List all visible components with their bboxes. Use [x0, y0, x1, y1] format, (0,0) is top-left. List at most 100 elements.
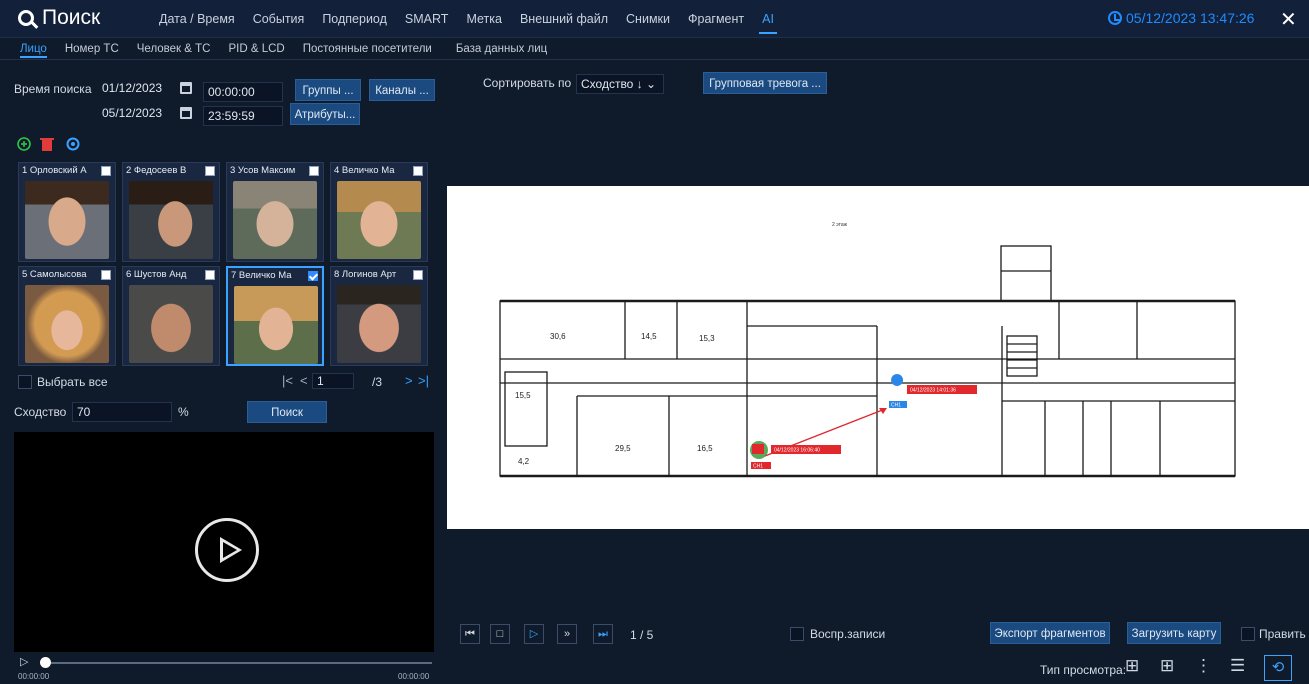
- face-card[interactable]: 4 Величко Ма: [330, 162, 428, 262]
- face-card[interactable]: 2 Федосеев В: [122, 162, 220, 262]
- edit-checkbox[interactable]: [1241, 627, 1255, 641]
- first-page-icon[interactable]: |<: [282, 373, 293, 388]
- progress-handle[interactable]: [40, 657, 51, 668]
- face-checkbox[interactable]: [413, 166, 423, 176]
- settings-icon[interactable]: [66, 137, 80, 151]
- face-checkbox[interactable]: [101, 270, 111, 280]
- face-toolbar: [17, 137, 80, 151]
- floor-map[interactable]: 2 этаж 30,6 14,5 15,3 15,5 29,5 16,5 4,2…: [447, 186, 1309, 529]
- face-checkbox[interactable]: [205, 166, 215, 176]
- face-photo: [337, 285, 421, 363]
- similarity-label: Сходство: [14, 405, 67, 419]
- face-checkbox[interactable]: [413, 270, 423, 280]
- end-calendar-icon[interactable]: [180, 107, 192, 119]
- select-all-checkbox[interactable]: [18, 375, 32, 389]
- nav-tag[interactable]: Метка: [457, 0, 511, 38]
- progress-track[interactable]: [44, 662, 432, 664]
- grid-3x3-icon[interactable]: ⊞: [1160, 656, 1174, 676]
- nav-smart[interactable]: SMART: [396, 0, 458, 38]
- face-photo: [233, 181, 317, 259]
- face-name: 2 Федосеев В: [126, 165, 187, 176]
- face-checkbox-checked[interactable]: [308, 271, 318, 281]
- start-time-field[interactable]: 00:00:00: [203, 82, 283, 102]
- tab-human-vehicle[interactable]: Человек & ТС: [137, 38, 211, 60]
- prev-file-icon[interactable]: ⏮: [460, 624, 480, 644]
- nav-snapshots[interactable]: Снимки: [617, 0, 679, 38]
- nav-datetime[interactable]: Дата / Время: [150, 0, 244, 38]
- export-fragments-button[interactable]: Экспорт фрагментов: [990, 622, 1110, 644]
- face-grid: 1 Орловский А 2 Федосеев В 3 Усов Максим…: [14, 156, 428, 368]
- add-icon[interactable]: [17, 137, 31, 151]
- group-alarm-button[interactable]: Групповая тревога ...: [703, 72, 827, 94]
- sort-value: Сходство ↓: [581, 77, 643, 91]
- datetime-text: 05/12/2023 13:47:26: [1126, 10, 1255, 26]
- close-button[interactable]: ✕: [1280, 7, 1297, 32]
- delete-icon[interactable]: [40, 138, 54, 151]
- similarity-unit: %: [178, 405, 189, 419]
- next-file-icon[interactable]: ⏭: [593, 624, 613, 644]
- search-time-label: Время поиска: [14, 82, 92, 96]
- play-small-icon[interactable]: ▷: [20, 655, 28, 668]
- list-icon[interactable]: ☰: [1230, 656, 1245, 676]
- nav-subperiod[interactable]: Подпериод: [313, 0, 396, 38]
- tab-plate[interactable]: Номер ТС: [65, 38, 119, 60]
- tab-pid-lcd[interactable]: PID & LCD: [228, 38, 284, 60]
- time-end: 00:00:00: [398, 672, 430, 681]
- page-input[interactable]: 1: [312, 373, 354, 389]
- start-date-field[interactable]: 01/12/2023: [98, 79, 172, 99]
- room-number: 15,5: [515, 391, 531, 400]
- end-time-field[interactable]: 23:59:59: [203, 106, 283, 126]
- sort-dropdown[interactable]: Сходство ↓ ⌄: [576, 74, 664, 94]
- marker-b-time: 04/12/2023 16:06:40: [774, 448, 820, 454]
- face-card[interactable]: 1 Орловский А: [18, 162, 116, 262]
- list-detail-icon[interactable]: ⋮: [1195, 656, 1212, 676]
- last-page-icon[interactable]: >|: [418, 373, 429, 388]
- stop-icon[interactable]: □: [490, 624, 510, 644]
- start-calendar-icon[interactable]: [180, 82, 192, 94]
- app-title: Поиск: [18, 6, 100, 30]
- groups-button[interactable]: Группы ...: [295, 79, 361, 101]
- fast-forward-icon[interactable]: »: [557, 624, 577, 644]
- marker-a-cam: CH1: [891, 403, 901, 409]
- nav-ai[interactable]: AI: [753, 0, 783, 38]
- nav-fragment[interactable]: Фрагмент: [679, 0, 753, 38]
- end-date-field[interactable]: 05/12/2023: [98, 104, 172, 124]
- face-name: 8 Логинов Арт: [334, 269, 397, 280]
- tab-regular-visitors[interactable]: Постоянные посетители: [303, 38, 432, 60]
- page-total: /3: [372, 375, 383, 389]
- grid-2x2-icon[interactable]: ⊞: [1125, 656, 1139, 676]
- next-page-icon[interactable]: >: [405, 373, 413, 388]
- face-card[interactable]: 6 Шустов Анд: [122, 266, 220, 366]
- load-map-button[interactable]: Загрузить карту: [1127, 622, 1221, 644]
- face-card[interactable]: 5 Самолысова: [18, 266, 116, 366]
- face-photo: [25, 181, 109, 259]
- nav-external-file[interactable]: Внешний файл: [511, 0, 617, 38]
- room-number: 30,6: [550, 332, 566, 341]
- tab-face-database[interactable]: База данных лиц: [456, 38, 547, 60]
- tab-face[interactable]: Лицо: [20, 38, 47, 60]
- sort-label: Сортировать по: [483, 76, 572, 90]
- face-checkbox[interactable]: [205, 270, 215, 280]
- attributes-button[interactable]: Атрибуты...: [290, 103, 360, 125]
- channels-button[interactable]: Каналы ...: [369, 79, 435, 101]
- chevron-down-icon: ⌄: [646, 77, 657, 91]
- play-icon-small[interactable]: ▷: [524, 624, 544, 644]
- face-checkbox[interactable]: [309, 166, 319, 176]
- map-view-icon[interactable]: ⟲: [1264, 655, 1292, 681]
- face-card-selected[interactable]: 7 Величко Ма: [226, 266, 324, 366]
- similarity-input[interactable]: 70: [72, 402, 172, 422]
- marker-a-time: 04/12/2023 14:01:36: [910, 388, 956, 394]
- prev-page-icon[interactable]: <: [300, 373, 308, 388]
- face-checkbox[interactable]: [101, 166, 111, 176]
- camera-marker-b[interactable]: CH1 04/12/2023 16:06:40: [750, 441, 841, 470]
- play-icon[interactable]: [195, 518, 259, 582]
- nav-events[interactable]: События: [244, 0, 314, 38]
- floor-label: 2 этаж: [832, 222, 848, 228]
- face-photo: [234, 286, 318, 364]
- face-card[interactable]: 8 Логинов Арт: [330, 266, 428, 366]
- face-photo: [129, 181, 213, 259]
- face-card[interactable]: 3 Усов Максим: [226, 162, 324, 262]
- search-button[interactable]: Поиск: [247, 401, 327, 423]
- camera-marker-a[interactable]: CH1 04/12/2023 14:01:36: [889, 374, 977, 409]
- record-play-checkbox[interactable]: [790, 627, 804, 641]
